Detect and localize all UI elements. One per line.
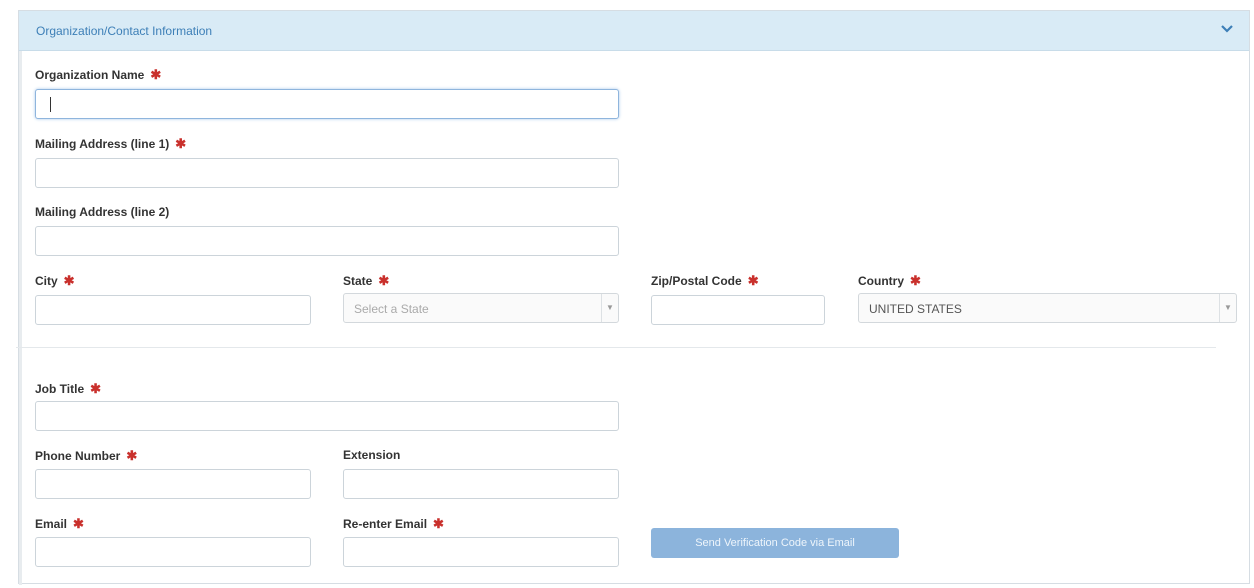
zip-label-text: Zip/Postal Code xyxy=(651,274,742,288)
extension-label: Extension xyxy=(343,448,400,462)
state-label: State ✱ xyxy=(343,273,389,289)
zip-input[interactable] xyxy=(651,295,825,325)
panel-title: Organization/Contact Information xyxy=(36,24,213,38)
state-select-value: Select a State xyxy=(354,302,429,316)
job-title-input[interactable] xyxy=(35,401,619,431)
required-mark: ✱ xyxy=(433,516,444,531)
panel-header[interactable]: Organization/Contact Information xyxy=(19,11,1249,51)
required-mark: ✱ xyxy=(747,273,759,288)
country-label-text: Country xyxy=(858,274,904,288)
organization-name-input[interactable] xyxy=(35,89,619,119)
state-label-text: State xyxy=(343,274,373,288)
reenter-email-input[interactable] xyxy=(343,537,619,567)
phone-label: Phone Number ✱ xyxy=(35,448,137,464)
country-select-value: UNITED STATES xyxy=(869,302,962,316)
chevron-down-icon[interactable] xyxy=(1219,21,1235,37)
state-select[interactable]: Select a State ▼ xyxy=(343,293,619,323)
mailing-address-1-label-text: Mailing Address (line 1) xyxy=(35,137,170,151)
zip-label: Zip/Postal Code ✱ xyxy=(651,273,759,289)
reenter-email-label-text: Re-enter Email xyxy=(343,517,428,531)
triangle-down-icon[interactable]: ▼ xyxy=(601,294,618,322)
org-name-label: Organization Name ✱ xyxy=(35,67,161,83)
city-label: City ✱ xyxy=(35,273,75,289)
extension-input[interactable] xyxy=(343,469,619,499)
text-caret xyxy=(50,97,51,112)
country-label: Country ✱ xyxy=(858,273,921,289)
phone-input[interactable] xyxy=(35,469,311,499)
required-mark: ✱ xyxy=(126,448,138,463)
country-select[interactable]: UNITED STATES ▼ xyxy=(858,293,1237,323)
required-mark: ✱ xyxy=(175,136,187,151)
job-title-label-text: Job Title xyxy=(35,382,85,396)
email-label-text: Email xyxy=(35,517,68,531)
mailing-address-2-label: Mailing Address (line 2) xyxy=(35,205,169,219)
mailing-address-2-label-text: Mailing Address (line 2) xyxy=(35,205,170,219)
org-name-label-text: Organization Name xyxy=(35,68,145,82)
required-mark: ✱ xyxy=(73,516,84,531)
mailing-address-2-input[interactable] xyxy=(35,226,619,256)
extension-label-text: Extension xyxy=(343,448,401,462)
job-title-label: Job Title ✱ xyxy=(35,381,101,397)
city-label-text: City xyxy=(35,274,58,288)
required-mark: ✱ xyxy=(378,273,390,288)
panel-left-edge xyxy=(19,51,22,585)
section-divider xyxy=(16,347,1216,348)
city-input[interactable] xyxy=(35,295,311,325)
required-mark: ✱ xyxy=(63,273,75,288)
mailing-address-1-input[interactable] xyxy=(35,158,619,188)
mailing-address-1-label: Mailing Address (line 1) ✱ xyxy=(35,136,186,152)
required-mark: ✱ xyxy=(150,67,162,82)
required-mark: ✱ xyxy=(910,273,921,288)
send-verification-code-button[interactable]: Send Verification Code via Email xyxy=(651,528,899,558)
email-label: Email ✱ xyxy=(35,516,84,532)
triangle-down-icon[interactable]: ▼ xyxy=(1219,294,1236,322)
reenter-email-label: Re-enter Email ✱ xyxy=(343,516,444,532)
required-mark: ✱ xyxy=(90,381,102,396)
email-input[interactable] xyxy=(35,537,311,567)
phone-label-text: Phone Number xyxy=(35,449,121,463)
